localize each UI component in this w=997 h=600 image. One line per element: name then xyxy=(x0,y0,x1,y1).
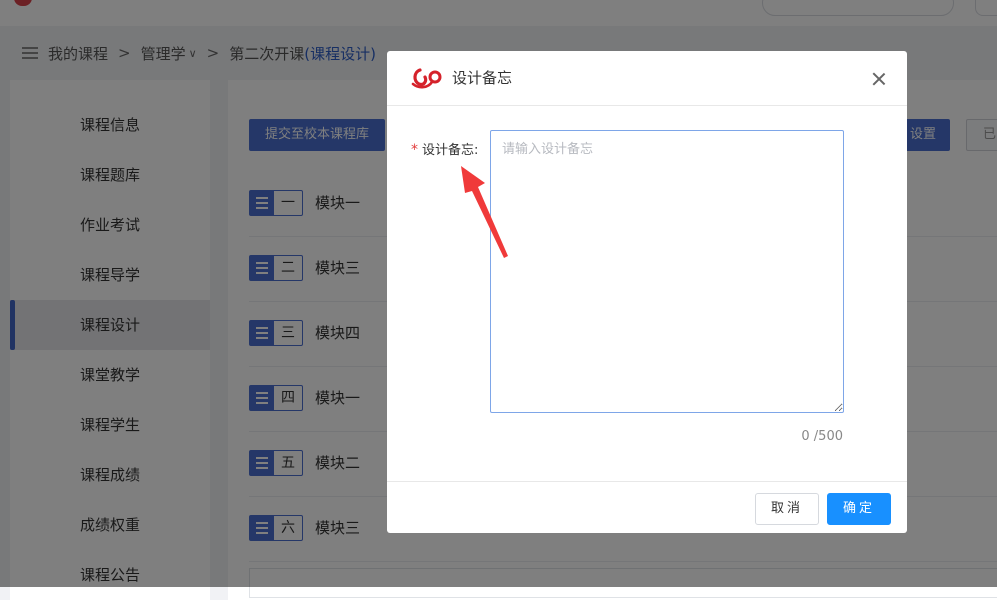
dialog-header: 设计备忘 xyxy=(387,51,907,106)
cancel-button[interactable]: 取消 xyxy=(755,493,819,525)
confirm-button[interactable]: 确定 xyxy=(827,493,891,525)
dialog-footer: 取消 确定 xyxy=(387,481,907,534)
close-icon[interactable] xyxy=(869,69,889,89)
brand-logo-icon xyxy=(411,68,442,89)
character-counter: 0 /500 xyxy=(801,429,843,444)
design-memo-label: * 设计备忘: xyxy=(411,141,478,160)
field-label-text: 设计备忘: xyxy=(422,143,479,158)
design-memo-dialog: 设计备忘 * 设计备忘: 0 /500 取消 确定 xyxy=(387,51,907,533)
required-mark: * xyxy=(411,142,418,158)
design-memo-textarea[interactable] xyxy=(490,130,844,413)
dialog-title: 设计备忘 xyxy=(452,69,513,87)
